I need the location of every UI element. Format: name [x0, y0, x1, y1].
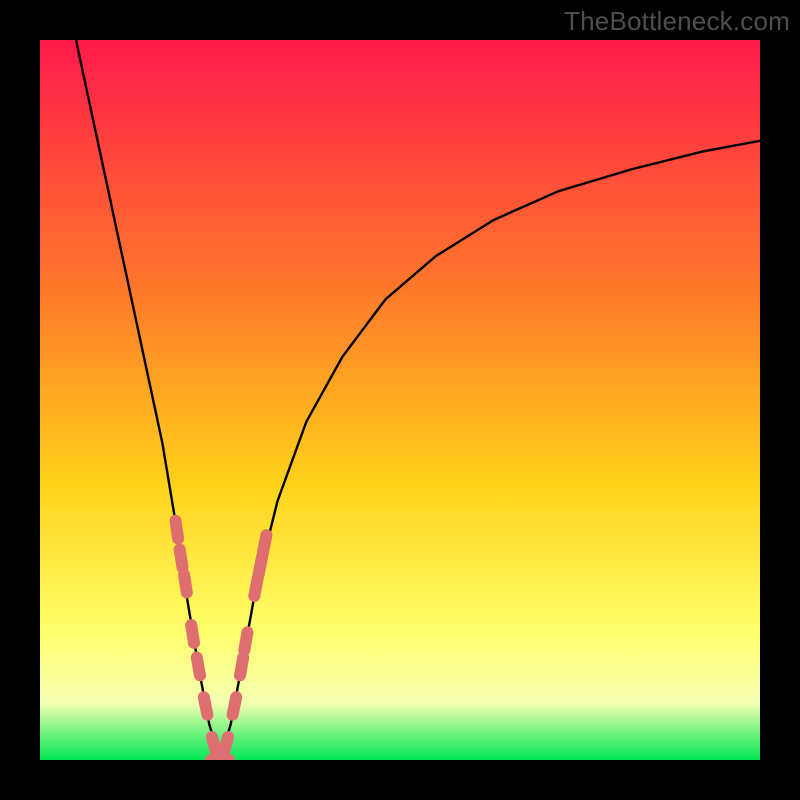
highlight-dot [191, 625, 194, 643]
bottleneck-plot [40, 40, 760, 760]
highlight-dot [263, 535, 267, 553]
highlight-dot [184, 575, 187, 593]
highlight-dot [223, 737, 228, 754]
highlight-dot [197, 658, 200, 676]
highlight-dot [212, 737, 217, 754]
highlight-dot [204, 697, 208, 715]
highlight-dot [259, 557, 263, 575]
watermark-text: TheBottleneck.com [564, 6, 790, 37]
highlight-dot [176, 521, 179, 539]
highlight-dot [240, 658, 243, 676]
chart-frame [40, 40, 760, 760]
highlight-dot [180, 550, 183, 568]
highlight-dot [254, 578, 257, 596]
gradient-background [40, 40, 760, 760]
highlight-dot [233, 697, 237, 715]
highlight-dot [244, 632, 247, 650]
